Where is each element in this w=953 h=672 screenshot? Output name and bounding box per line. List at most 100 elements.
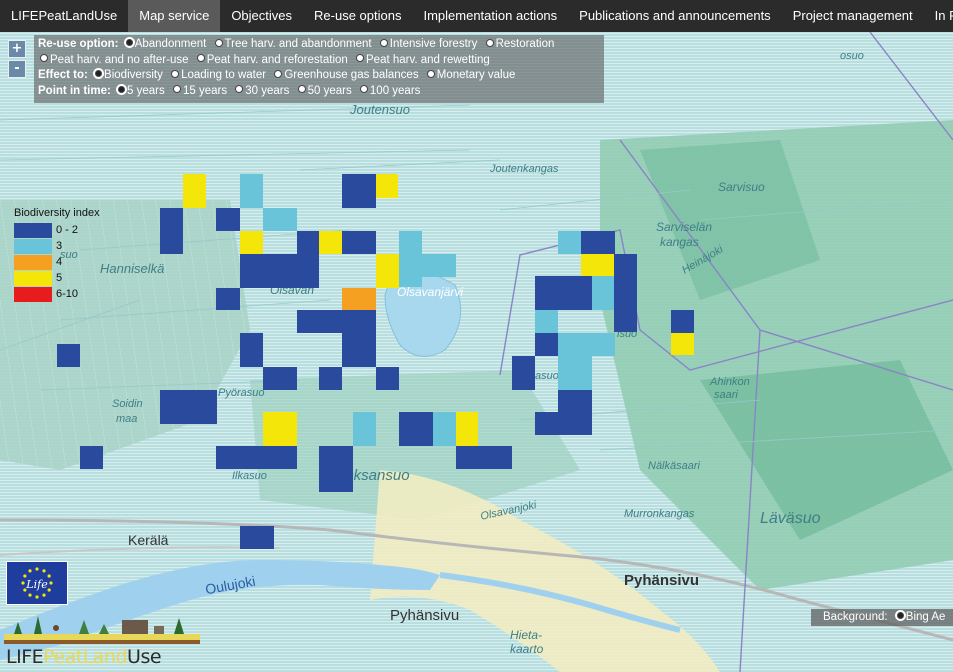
radio-icon[interactable]	[171, 69, 180, 78]
radio-icon[interactable]	[196, 54, 205, 63]
effect-option-monetary-value[interactable]: Monetary value	[426, 69, 515, 81]
nav-objectives[interactable]: Objectives	[220, 0, 303, 32]
grid-cell-yellow[interactable]	[671, 333, 694, 355]
radio-icon[interactable]	[379, 38, 388, 47]
time-option-50-years[interactable]: 50 years	[297, 85, 352, 97]
reuse-option-peat-harv-rewetting[interactable]: Peat harv. and rewetting	[356, 54, 490, 66]
nav-in-finnish[interactable]: In Finnish	[924, 0, 953, 32]
time-option-5-years[interactable]: 5 years	[118, 85, 165, 97]
radio-icon[interactable]	[214, 38, 223, 47]
time-option-30-years[interactable]: 30 years	[235, 85, 289, 97]
radio-selected-icon[interactable]	[125, 39, 133, 47]
nav-publications[interactable]: Publications and announcements	[568, 0, 782, 32]
grid-cell-light[interactable]	[433, 412, 456, 446]
time-option-100-years[interactable]: 100 years	[359, 85, 420, 97]
radio-icon[interactable]	[297, 85, 306, 94]
grid-cell-yellow[interactable]	[319, 231, 342, 254]
grid-cell-light[interactable]	[422, 254, 456, 277]
time-option-15-years[interactable]: 15 years	[172, 85, 227, 97]
grid-cell-dark[interactable]	[216, 288, 240, 310]
nav-implementation-actions[interactable]: Implementation actions	[412, 0, 568, 32]
grid-cell-dark[interactable]	[512, 356, 535, 390]
radio-icon[interactable]	[172, 85, 181, 94]
grid-cell-light[interactable]	[353, 412, 376, 446]
grid-cell-yellow[interactable]	[263, 412, 297, 446]
zoom-control: + -	[8, 40, 26, 80]
grid-cell-light[interactable]	[558, 333, 615, 356]
grid-cell-orange[interactable]	[342, 288, 376, 310]
zoom-out-button[interactable]: -	[8, 60, 26, 78]
reuse-option-tree-harv-abandonment[interactable]: Tree harv. and abandonment	[214, 38, 372, 50]
radio-icon[interactable]	[356, 54, 364, 63]
radio-selected-icon[interactable]	[118, 85, 126, 93]
grid-cell-dark[interactable]	[263, 367, 297, 390]
grid-cell-dark[interactable]	[399, 412, 433, 446]
grid-cell-yellow[interactable]	[376, 174, 398, 198]
map-canvas[interactable]: Joutensuo Joutenkangas Sarvisuo Sarvisel…	[0, 32, 953, 672]
grid-cell-yellow[interactable]	[376, 254, 399, 288]
nav-reuse-options[interactable]: Re-use options	[303, 0, 412, 32]
grid-cell-light[interactable]	[558, 356, 592, 390]
legend-label: 3	[56, 240, 63, 252]
radio-selected-icon[interactable]	[95, 70, 103, 78]
radio-icon[interactable]	[359, 85, 368, 94]
reuse-option-restoration[interactable]: Restoration	[485, 38, 554, 50]
grid-cell-dark[interactable]	[240, 254, 319, 288]
grid-cell-light[interactable]	[535, 310, 558, 333]
grid-cell-dark[interactable]	[319, 367, 342, 390]
reuse-option-intensive-forestry[interactable]: Intensive forestry	[379, 38, 477, 50]
grid-cell-yellow[interactable]	[240, 231, 263, 254]
grid-cell-dark[interactable]	[160, 208, 183, 254]
effect-option-biodiversity[interactable]: Biodiversity	[95, 69, 163, 81]
grid-cell-light[interactable]	[240, 174, 263, 208]
nav-project-management[interactable]: Project management	[782, 0, 924, 32]
grid-cell-dark[interactable]	[614, 254, 637, 332]
reuse-option-peat-harv-no-after-use[interactable]: Peat harv. and no after-use	[40, 54, 189, 66]
grid-cell-dark[interactable]	[297, 231, 319, 254]
grid-cell-dark[interactable]	[216, 208, 240, 231]
grid-cell-dark[interactable]	[581, 231, 615, 254]
radio-icon[interactable]	[426, 69, 435, 78]
grid-cell-yellow[interactable]	[183, 174, 206, 208]
grid-cell-dark[interactable]	[535, 333, 558, 356]
grid-cell-dark[interactable]	[57, 344, 80, 367]
grid-cell-dark[interactable]	[671, 310, 694, 333]
radio-icon[interactable]	[40, 54, 48, 63]
radio-selected-icon[interactable]	[896, 612, 904, 620]
grid-cell-dark[interactable]	[342, 333, 376, 367]
option-label: Loading to water	[181, 69, 267, 81]
grid-cell-dark[interactable]	[342, 174, 376, 208]
grid-cell-light[interactable]	[263, 208, 297, 231]
grid-cell-dark[interactable]	[297, 310, 376, 333]
radio-icon[interactable]	[274, 69, 283, 78]
grid-cell-dark[interactable]	[456, 446, 512, 469]
background-selector[interactable]: Background: Bing Ae	[811, 609, 953, 626]
effect-option-ghg-balances[interactable]: Greenhouse gas balances	[274, 69, 419, 81]
reuse-option-abandonment[interactable]: Abandonment	[125, 38, 206, 50]
grid-cell-light[interactable]	[558, 231, 581, 254]
grid-cell-yellow[interactable]	[581, 254, 615, 277]
grid-cell-dark[interactable]	[240, 526, 274, 549]
grid-cell-yellow[interactable]	[456, 412, 478, 446]
nav-map-service[interactable]: Map service	[128, 0, 221, 32]
grid-cell-dark[interactable]	[80, 446, 103, 469]
grid-cell-dark[interactable]	[535, 412, 592, 435]
grid-cell-dark[interactable]	[535, 276, 592, 310]
radio-icon[interactable]	[485, 38, 494, 47]
grid-cell-light[interactable]	[592, 276, 614, 310]
grid-cell-dark[interactable]	[216, 446, 297, 469]
radio-icon[interactable]	[235, 85, 244, 94]
grid-cell-dark[interactable]	[160, 390, 217, 424]
grid-cell-light[interactable]	[399, 231, 422, 287]
grid-cell-dark[interactable]	[376, 367, 399, 390]
grid-cell-dark[interactable]	[240, 333, 263, 367]
grid-cell-dark[interactable]	[558, 390, 592, 412]
effect-title: Effect to:	[38, 69, 88, 81]
zoom-in-button[interactable]: +	[8, 40, 26, 58]
background-option[interactable]: Bing Ae	[906, 611, 946, 623]
grid-cell-dark[interactable]	[342, 231, 376, 254]
nav-home[interactable]: LIFEPeatLandUse	[0, 0, 128, 32]
effect-option-loading-to-water[interactable]: Loading to water	[171, 69, 266, 81]
reuse-option-peat-harv-reforestation[interactable]: Peat harv. and reforestation	[196, 54, 348, 66]
grid-cell-dark[interactable]	[319, 446, 353, 492]
